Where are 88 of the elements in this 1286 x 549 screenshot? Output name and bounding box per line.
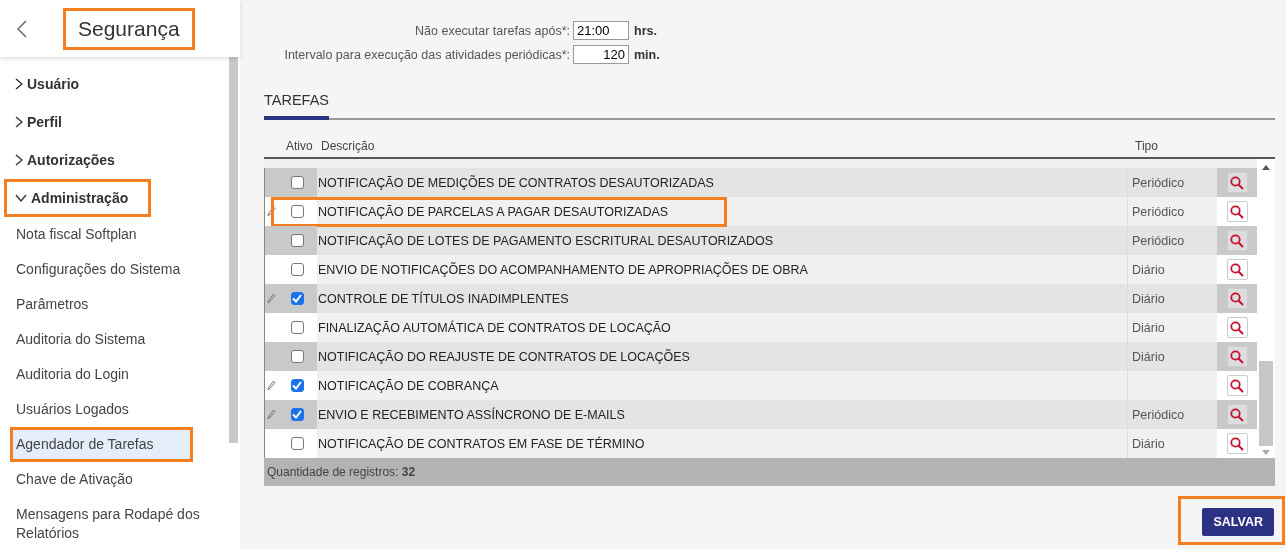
save-button[interactable]: SALVAR	[1202, 508, 1274, 536]
unit-label: hrs.	[634, 23, 658, 38]
search-button[interactable]	[1226, 259, 1248, 280]
menu-group[interactable]: Administração	[4, 179, 152, 217]
checkbox[interactable]	[290, 350, 304, 363]
back-icon[interactable]	[17, 19, 27, 38]
menu-item[interactable]: Auditoria do Sistema	[0, 322, 229, 357]
menu-item[interactable]: Auditoria do Login	[0, 357, 229, 392]
checkbox[interactable]	[290, 205, 304, 218]
table-row[interactable]: CONTROLE DE TÍTULOS INADIMPLENTES Diário	[264, 284, 1257, 313]
input-field[interactable]: 21:00	[573, 21, 629, 40]
menu-group[interactable]: Perfil	[4, 103, 73, 141]
table-cell: Diário	[1132, 320, 1165, 335]
tab[interactable]: TAREFAS	[264, 92, 329, 120]
unit-label: min.	[634, 47, 661, 62]
menu-item[interactable]: Agendador de Tarefas	[10, 427, 193, 462]
table-row[interactable]: ENVIO DE NOTIFICAÇÕES DO ACOMPANHAMENTO DE APROPRIAÇÕES DE OBRA Diário	[264, 255, 1257, 284]
table-cell: NOTIFICAÇÃO DE PARCELAS A PAGAR DESAUTORIZADAS	[274, 199, 725, 224]
search-button[interactable]	[1226, 317, 1248, 338]
sidebar-title: Segurança	[63, 7, 195, 50]
table-cell: Diário	[1132, 291, 1165, 306]
table-cell-text: ENVIO DE NOTIFICAÇÕES DO ACOMPANHAMENTO DE APROPRIAÇÕES DE OBRA	[318, 261, 809, 279]
table-cell: Periódico	[1132, 233, 1185, 248]
table-footer: Quantidade de registros: 32	[264, 458, 1275, 486]
search-button[interactable]	[1226, 404, 1248, 425]
pencil-icon	[266, 206, 276, 217]
menu-group[interactable]: Usuário	[4, 65, 91, 103]
table-row[interactable]: NOTIFICAÇÃO DE LOTES DE PAGAMENTO ESCRITURAL DESAUTORIZADOS Periódico	[264, 226, 1257, 255]
chevron-right-icon	[15, 78, 23, 90]
table-cell: Periódico	[1132, 175, 1185, 190]
table-cell: Diário	[1132, 436, 1165, 451]
table-row[interactable]: NOTIFICAÇÃO DE COBRANÇA	[264, 371, 1257, 400]
table-row[interactable]: ENVIO E RECEBIMENTO ASSÍNCRONO DE E-MAILS Periódico	[264, 400, 1257, 429]
checkbox[interactable]	[290, 408, 304, 421]
search-button[interactable]	[1226, 172, 1248, 193]
menu-item[interactable]: Parâmetros	[0, 287, 229, 322]
input-field[interactable]: 120	[573, 45, 629, 64]
table-row[interactable]: NOTIFICAÇÃO DO REAJUSTE DE CONTRATOS DE LOCAÇÕES Diário	[264, 342, 1257, 371]
table-row[interactable]: NOTIFICAÇÃO DE MEDIÇÕES DE CONTRATOS DESAUTORIZADAS Periódico	[264, 168, 1257, 197]
checkbox[interactable]	[290, 263, 304, 276]
menu-item[interactable]: Usuários Logados	[0, 392, 229, 427]
pencil-icon	[266, 293, 276, 304]
table-cell-text: CONTROLE DE TÍTULOS INADIMPLENTES	[318, 290, 570, 308]
table-cell-text: NOTIFICAÇÃO DE COBRANÇA	[318, 377, 500, 395]
menu-group[interactable]: Autorizações	[4, 141, 126, 179]
column-header: Ativo	[285, 139, 314, 153]
search-button[interactable]	[1226, 346, 1248, 367]
table-cell-text: NOTIFICAÇÃO DE CONTRATOS EM FASE DE TÉRMINO	[318, 435, 646, 453]
search-button[interactable]	[1226, 230, 1248, 251]
table-row[interactable]: NOTIFICAÇÃO DE PARCELAS A PAGAR DESAUTORIZADAS Periódico	[264, 197, 1257, 226]
pencil-icon	[266, 409, 276, 420]
table-cell: Periódico	[1132, 204, 1185, 219]
column-header: Tipo	[1135, 139, 1159, 153]
checkbox[interactable]	[290, 234, 304, 247]
checkbox[interactable]	[290, 379, 304, 392]
scroll-down-icon[interactable]	[1262, 450, 1270, 455]
checkbox[interactable]	[290, 176, 304, 189]
chevron-right-icon	[15, 154, 23, 166]
search-button[interactable]	[1226, 375, 1248, 396]
column-header: Descrição	[320, 139, 376, 153]
table-cell-text: NOTIFICAÇÃO DE LOTES DE PAGAMENTO ESCRITURAL DESAUTORIZADOS	[318, 232, 775, 250]
checkbox[interactable]	[290, 292, 304, 305]
checkbox[interactable]	[290, 321, 304, 334]
menu-item[interactable]: Mensagens para Rodapé dos Relatórios	[0, 497, 229, 543]
table-cell: Diário	[1132, 262, 1165, 277]
pencil-icon	[266, 380, 276, 391]
table-cell-text: FINALIZAÇÃO AUTOMÁTICA DE CONTRATOS DE LOCAÇÃO	[318, 319, 672, 337]
scroll-up-icon[interactable]	[1262, 165, 1270, 170]
table-cell: Periódico	[1132, 407, 1185, 422]
table-row[interactable]: NOTIFICAÇÃO DE CONTRATOS EM FASE DE TÉRMINO Diário	[264, 429, 1257, 458]
scrollbar-thumb[interactable]	[229, 57, 238, 443]
table-cell-text: ENVIO E RECEBIMENTO ASSÍNCRONO DE E-MAILS	[318, 406, 626, 424]
search-button[interactable]	[1226, 288, 1248, 309]
field-label: Intervalo para execução das atividades periódicas*:	[284, 47, 570, 62]
table-row[interactable]: FINALIZAÇÃO AUTOMÁTICA DE CONTRATOS DE LOCAÇÃO Diário	[264, 313, 1257, 342]
scrollbar-thumb[interactable]	[1259, 361, 1273, 446]
table-cell-text: NOTIFICAÇÃO DO REAJUSTE DE CONTRATOS DE LOCAÇÕES	[318, 348, 691, 366]
field-label: Não executar tarefas após*:	[415, 23, 570, 38]
menu-item[interactable]: Chave de Ativação	[0, 462, 229, 497]
table-cell: Diário	[1132, 349, 1165, 364]
menu-item[interactable]: Nota fiscal Softplan	[0, 217, 229, 252]
table-cell-text: NOTIFICAÇÃO DE MEDIÇÕES DE CONTRATOS DESAUTORIZADAS	[318, 174, 715, 192]
chevron-down-icon	[15, 194, 27, 202]
chevron-right-icon	[15, 116, 23, 128]
search-button[interactable]	[1226, 201, 1248, 222]
checkbox[interactable]	[290, 437, 304, 450]
search-button[interactable]	[1226, 433, 1248, 454]
menu-item[interactable]: Configurações do Sistema	[0, 252, 229, 287]
